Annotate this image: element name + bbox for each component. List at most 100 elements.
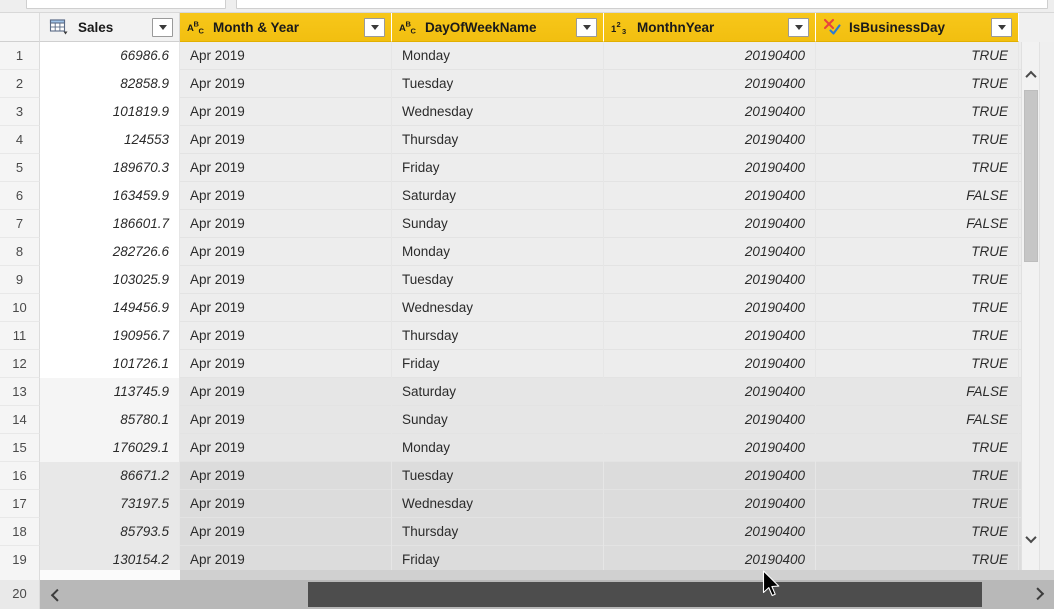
cell-month_year[interactable]: Apr 2019 — [180, 434, 392, 462]
cell-business_day[interactable]: TRUE — [816, 322, 1019, 350]
horizontal-scrollbar[interactable] — [40, 580, 1054, 609]
cell-day_of_week[interactable]: Saturday — [392, 182, 604, 210]
cell-monthn_year[interactable]: 20190400 — [604, 154, 816, 182]
cell-monthn_year[interactable]: 20190400 — [604, 238, 816, 266]
cell-business_day[interactable]: TRUE — [816, 294, 1019, 322]
cell-monthn_year[interactable]: 20190400 — [604, 406, 816, 434]
grid-corner-cell[interactable] — [0, 13, 40, 42]
cell-monthn_year[interactable]: 20190400 — [604, 322, 816, 350]
cell-sales[interactable]: 113745.9 — [40, 378, 180, 406]
cell-month_year[interactable]: Apr 2019 — [180, 406, 392, 434]
table-row[interactable]: 7 186601.7 Apr 2019 Sunday 20190400 FALSE — [0, 210, 1054, 238]
cell-business_day[interactable]: FALSE — [816, 378, 1019, 406]
table-row[interactable]: 3 101819.9 Apr 2019 Wednesday 20190400 TRUE — [0, 98, 1054, 126]
row-number-cell[interactable]: 17 — [0, 490, 40, 518]
column-filter-dropdown-sales[interactable] — [152, 17, 173, 37]
cell-month_year[interactable]: Apr 2019 — [180, 98, 392, 126]
horizontal-scrollbar-track[interactable] — [72, 580, 1022, 609]
cell-monthn_year[interactable]: 20190400 — [604, 518, 816, 546]
table-row[interactable]: 17 73197.5 Apr 2019 Wednesday 20190400 TRUE — [0, 490, 1054, 518]
table-row[interactable]: 1 66986.6 Apr 2019 Monday 20190400 TRUE — [0, 42, 1054, 70]
cell-month_year[interactable]: Apr 2019 — [180, 266, 392, 294]
cell-day_of_week[interactable]: Thursday — [392, 322, 604, 350]
table-row[interactable]: 11 190956.7 Apr 2019 Thursday 20190400 TRUE — [0, 322, 1054, 350]
column-filter-dropdown-day-of-week-name[interactable] — [576, 17, 597, 37]
cell-business_day[interactable]: TRUE — [816, 462, 1019, 490]
cell-sales[interactable]: 82858.9 — [40, 70, 180, 98]
cell-business_day[interactable]: FALSE — [816, 210, 1019, 238]
cell-monthn_year[interactable]: 20190400 — [604, 350, 816, 378]
row-number-cell[interactable]: 1 — [0, 42, 40, 70]
cell-business_day[interactable]: TRUE — [816, 126, 1019, 154]
cell-day_of_week[interactable]: Wednesday — [392, 490, 604, 518]
formula-bar-right-box[interactable] — [236, 0, 1048, 9]
cell-business_day[interactable]: TRUE — [816, 42, 1019, 70]
column-filter-dropdown-month-year[interactable] — [364, 17, 385, 37]
row-number-cell[interactable]: 14 — [0, 406, 40, 434]
cell-sales[interactable]: 103025.9 — [40, 266, 180, 294]
cell-sales[interactable]: 85793.5 — [40, 518, 180, 546]
cell-business_day[interactable]: FALSE — [816, 182, 1019, 210]
cell-monthn_year[interactable]: 20190400 — [604, 266, 816, 294]
cell-monthn_year[interactable]: 20190400 — [604, 434, 816, 462]
table-row[interactable]: 15 176029.1 Apr 2019 Monday 20190400 TRUE — [0, 434, 1054, 462]
column-filter-dropdown-monthn-year[interactable] — [788, 17, 809, 37]
cell-month_year[interactable]: Apr 2019 — [180, 210, 392, 238]
cell-sales[interactable]: 282726.6 — [40, 238, 180, 266]
cell-monthn_year[interactable]: 20190400 — [604, 462, 816, 490]
table-row[interactable]: 2 82858.9 Apr 2019 Tuesday 20190400 TRUE — [0, 70, 1054, 98]
scroll-down-button[interactable] — [1022, 530, 1040, 547]
row-number-cell[interactable]: 4 — [0, 126, 40, 154]
cell-month_year[interactable]: Apr 2019 — [180, 462, 392, 490]
cell-sales[interactable]: 186601.7 — [40, 210, 180, 238]
horizontal-scrollbar-thumb[interactable] — [308, 582, 982, 607]
cell-business_day[interactable]: TRUE — [816, 434, 1019, 462]
cell-business_day[interactable]: TRUE — [816, 266, 1019, 294]
cell-monthn_year[interactable]: 20190400 — [604, 490, 816, 518]
vertical-scrollbar[interactable] — [1021, 42, 1039, 580]
cell-business_day[interactable]: TRUE — [816, 350, 1019, 378]
cell-day_of_week[interactable]: Thursday — [392, 518, 604, 546]
cell-business_day[interactable]: TRUE — [816, 490, 1019, 518]
row-number-cell[interactable]: 12 — [0, 350, 40, 378]
cell-sales[interactable]: 163459.9 — [40, 182, 180, 210]
cell-sales[interactable]: 73197.5 — [40, 490, 180, 518]
data-rows-container[interactable]: 1 66986.6 Apr 2019 Monday 20190400 TRUE 2 82858… — [0, 42, 1054, 580]
cell-sales[interactable]: 176029.1 — [40, 434, 180, 462]
row-number-cell[interactable]: 5 — [0, 154, 40, 182]
cell-day_of_week[interactable]: Thursday — [392, 126, 604, 154]
row-number-cell[interactable]: 10 — [0, 294, 40, 322]
row-number-cell[interactable]: 8 — [0, 238, 40, 266]
cell-day_of_week[interactable]: Monday — [392, 238, 604, 266]
column-header-monthn-year[interactable]: 1 2 3 MonthnYear — [604, 13, 816, 42]
cell-day_of_week[interactable]: Tuesday — [392, 462, 604, 490]
cell-day_of_week[interactable]: Monday — [392, 434, 604, 462]
cell-business_day[interactable]: TRUE — [816, 154, 1019, 182]
table-row[interactable]: 5 189670.3 Apr 2019 Friday 20190400 TRUE — [0, 154, 1054, 182]
cell-sales[interactable]: 101726.1 — [40, 350, 180, 378]
vertical-scrollbar-thumb[interactable] — [1024, 90, 1038, 262]
table-row[interactable]: 10 149456.9 Apr 2019 Wednesday 20190400 TRUE — [0, 294, 1054, 322]
column-header-month-year[interactable]: A B C Month & Year — [180, 13, 392, 42]
cell-monthn_year[interactable]: 20190400 — [604, 42, 816, 70]
cell-monthn_year[interactable]: 20190400 — [604, 210, 816, 238]
column-filter-dropdown-is-business-day[interactable] — [991, 17, 1012, 37]
column-header-day-of-week-name[interactable]: A B C DayOfWeekName — [392, 13, 604, 42]
cell-monthn_year[interactable]: 20190400 — [604, 126, 816, 154]
cell-day_of_week[interactable]: Monday — [392, 42, 604, 70]
cell-business_day[interactable]: FALSE — [816, 406, 1019, 434]
cell-day_of_week[interactable]: Tuesday — [392, 266, 604, 294]
cell-day_of_week[interactable]: Sunday — [392, 210, 604, 238]
cell-month_year[interactable]: Apr 2019 — [180, 154, 392, 182]
cell-month_year[interactable]: Apr 2019 — [180, 350, 392, 378]
formula-bar-left-box[interactable] — [26, 0, 226, 9]
table-row[interactable]: 14 85780.1 Apr 2019 Sunday 20190400 FALSE — [0, 406, 1054, 434]
cell-business_day[interactable]: TRUE — [816, 238, 1019, 266]
cell-day_of_week[interactable]: Wednesday — [392, 294, 604, 322]
cell-month_year[interactable]: Apr 2019 — [180, 518, 392, 546]
cell-month_year[interactable]: Apr 2019 — [180, 182, 392, 210]
table-row[interactable]: 8 282726.6 Apr 2019 Monday 20190400 TRUE — [0, 238, 1054, 266]
cell-business_day[interactable]: TRUE — [816, 98, 1019, 126]
row-number-cell[interactable]: 2 — [0, 70, 40, 98]
table-row[interactable]: 4 124553 Apr 2019 Thursday 20190400 TRUE — [0, 126, 1054, 154]
